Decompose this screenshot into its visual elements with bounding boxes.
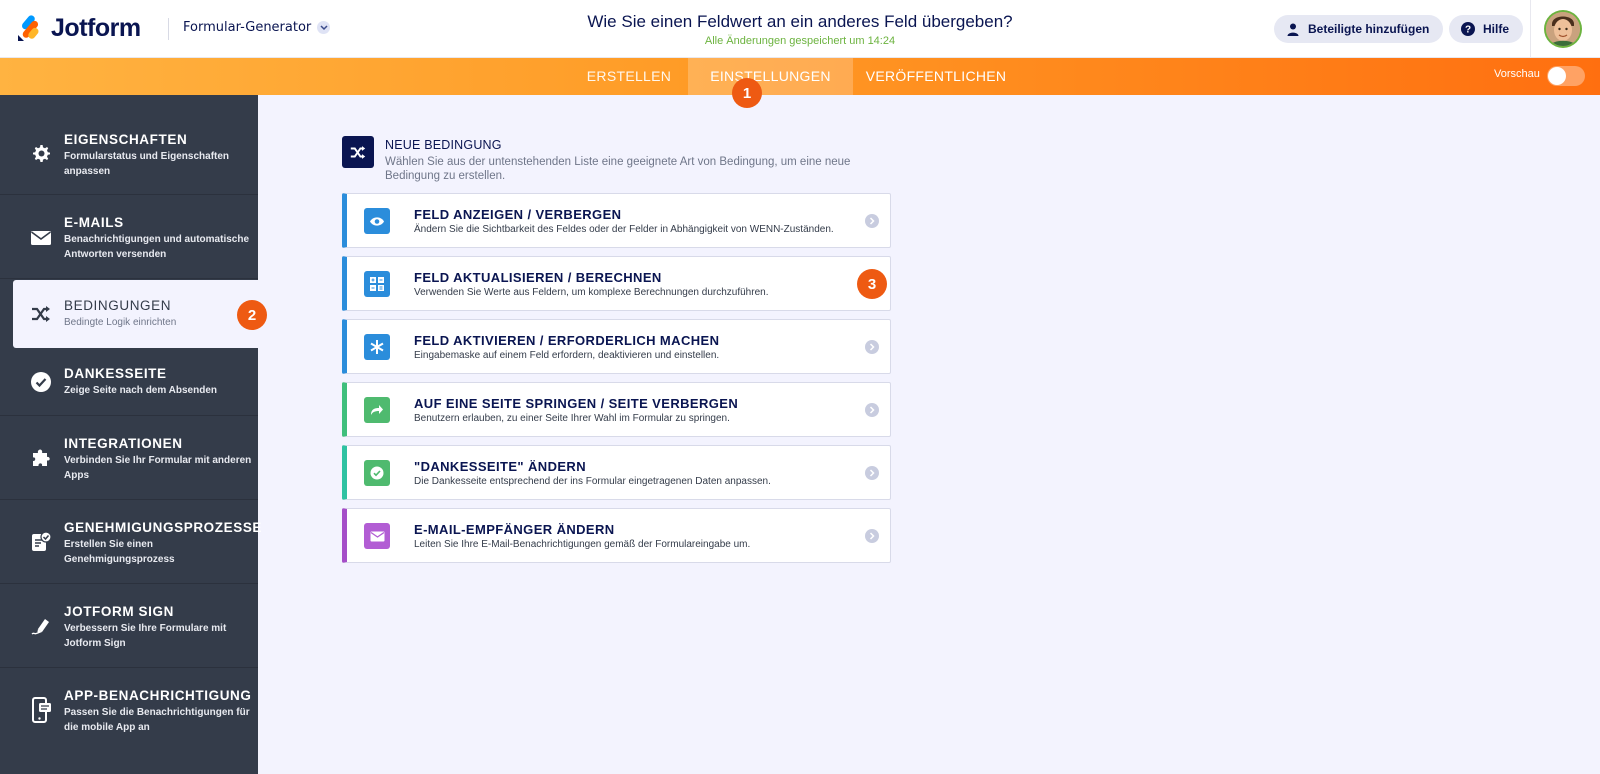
asterisk-icon [364, 334, 390, 360]
pen-icon [29, 614, 53, 638]
invite-label: Beteiligte hinzufügen [1308, 22, 1430, 36]
shuffle-icon [29, 302, 53, 326]
condition-title: FELD AKTIVIEREN / ERFORDERLICH MACHEN [414, 333, 720, 348]
sidebar-item-emails[interactable]: E-MAILS Benachrichtigungen und automatis… [0, 195, 258, 279]
preview-toggle[interactable] [1547, 66, 1585, 86]
chevron-right-icon [865, 466, 879, 480]
condition-title: FELD AKTUALISIEREN / BERECHNEN [414, 270, 662, 285]
chevron-right-icon [865, 340, 879, 354]
logo-divider [168, 18, 169, 40]
sidebar-item-conditions[interactable]: BEDINGUNGEN Bedingte Logik einrichten [13, 280, 258, 348]
toggle-knob [1548, 67, 1566, 85]
sidebar-item-desc: Bedingte Logik einrichten [64, 317, 177, 328]
sidebar-item-title: JOTFORM SIGN [64, 604, 174, 619]
save-status: Alle Änderungen gespeichert um 14:24 [704, 35, 896, 47]
section-description: Wählen Sie aus der untenstehenden Liste … [385, 156, 851, 182]
condition-title: FELD ANZEIGEN / VERBERGEN [414, 207, 622, 222]
help-label: Hilfe [1483, 22, 1510, 36]
condition-card-update-calculate[interactable]: FELD AKTUALISIEREN / BERECHNEN Verwenden… [342, 256, 891, 311]
check-circle-icon [364, 460, 390, 486]
builder-nav-bar: ERSTELLEN EINSTELLUNGEN VERÖFFENTLICHEN [0, 58, 1600, 95]
step-badge-3: 3 [857, 269, 887, 299]
sidebar-item-jotform-sign[interactable]: JOTFORM SIGN Verbessern Sie Ihre Formula… [0, 584, 258, 668]
share-arrow-icon [364, 397, 390, 423]
question-icon: ? [1461, 22, 1475, 36]
condition-card-change-email-recipient[interactable]: E-MAIL-EMPFÄNGER ÄNDERN Leiten Sie Ihre … [342, 508, 891, 563]
sidebar-item-title: E-MAILS [64, 215, 124, 230]
condition-title: "DANKESSEITE" ÄNDERN [414, 459, 587, 474]
check-circle-icon [29, 370, 53, 394]
gear-icon [29, 141, 53, 165]
condition-title: AUF EINE SEITE SPRINGEN / SEITE VERBERGE… [414, 396, 739, 411]
sidebar-item-properties[interactable]: EIGENSCHAFTEN Formularstatus und Eigensc… [0, 95, 258, 195]
sidebar-item-title: BEDINGUNGEN [64, 298, 172, 313]
sidebar-item-title: APP-BENACHRICHTIGUNG [64, 688, 252, 703]
sidebar-item-desc: Passen Sie die Benachrichtigungen für di… [64, 707, 250, 733]
conditions-header-icon [342, 136, 374, 168]
help-button[interactable]: ? Hilfe [1449, 15, 1524, 43]
envelope-icon [364, 523, 390, 549]
condition-desc: Ändern Sie die Sichtbarkeit des Feldes o… [414, 224, 834, 235]
condition-desc: Verwenden Sie Werte aus Feldern, um komp… [414, 287, 769, 298]
chevron-right-icon [865, 529, 879, 543]
sidebar-item-title: INTEGRATIONEN [64, 436, 183, 451]
sidebar-item-integrations[interactable]: INTEGRATIONEN Verbinden Sie Ihr Formular… [0, 416, 258, 500]
step-badge-2: 2 [237, 300, 267, 330]
avatar-face-icon [1546, 12, 1580, 46]
svg-text:?: ? [1465, 25, 1471, 36]
logo-text: Jotform [51, 13, 141, 42]
calculator-icon [364, 271, 390, 297]
step-badge-1: 1 [732, 78, 762, 108]
chevron-right-icon [865, 214, 879, 228]
condition-desc: Die Dankesseite entsprechend der ins For… [414, 476, 771, 487]
sidebar-item-desc: Zeige Seite nach dem Absenden [64, 385, 218, 396]
envelope-icon [29, 226, 53, 250]
sidebar-item-title: DANKESSEITE [64, 366, 167, 381]
builder-dropdown[interactable]: Formular-Generator [183, 20, 331, 35]
jotform-logo-icon [18, 15, 39, 41]
sidebar-item-desc: Formularstatus und Eigenschaften anpasse… [64, 151, 230, 177]
builder-label: Formular-Generator [183, 20, 312, 35]
user-avatar[interactable] [1544, 10, 1582, 48]
sidebar-item-thank-you-page[interactable]: DANKESSEITE Zeige Seite nach dem Absende… [0, 348, 258, 416]
mobile-icon [29, 697, 53, 723]
sidebar-item-title: GENEHMIGUNGSPROZESSE [64, 520, 263, 535]
top-header: Jotform Formular-Generator Wie Sie einen… [0, 0, 1600, 58]
condition-card-change-thank-you[interactable]: "DANKESSEITE" ÄNDERN Die Dankesseite ent… [342, 445, 891, 500]
sidebar-item-desc: Benachrichtigungen und automatische Antw… [64, 234, 250, 260]
sidebar-item-approvals[interactable]: GENEHMIGUNGSPROZESSE Erstellen Sie einen… [0, 500, 261, 584]
jotform-logo[interactable]: Jotform [16, 13, 141, 43]
form-title[interactable]: Wie Sie einen Feldwert an ein anderes Fe… [490, 12, 1110, 32]
chevron-down-icon [317, 21, 331, 34]
eye-icon [364, 208, 390, 234]
sidebar-item-app-notification[interactable]: APP-BENACHRICHTIGUNG Passen Sie die Bena… [0, 668, 258, 774]
condition-desc: Leiten Sie Ihre E-Mail-Benachrichtigunge… [414, 539, 751, 550]
tab-settings[interactable]: EINSTELLUNGEN [688, 58, 853, 95]
preview-label: Vorschau [1494, 68, 1540, 80]
settings-sidebar: EIGENSCHAFTEN Formularstatus und Eigensc… [0, 95, 261, 774]
tab-publish[interactable]: VERÖFFENTLICHEN [853, 58, 1019, 95]
user-icon [1286, 22, 1300, 36]
sidebar-item-desc: Erstellen Sie einen Genehmigungsprozess [64, 539, 175, 565]
sidebar-item-title: EIGENSCHAFTEN [64, 132, 188, 147]
condition-card-skip-hide-page[interactable]: AUF EINE SEITE SPRINGEN / SEITE VERBERGE… [342, 382, 891, 437]
header-divider [1530, 0, 1531, 58]
approval-icon [29, 530, 53, 554]
tab-build[interactable]: ERSTELLEN [570, 58, 688, 95]
section-title: NEUE BEDINGUNG [385, 138, 502, 152]
chevron-right-icon [865, 403, 879, 417]
condition-card-enable-require[interactable]: FELD AKTIVIEREN / ERFORDERLICH MACHEN Ei… [342, 319, 891, 374]
sidebar-item-desc: Verbessern Sie Ihre Formulare mit Jotfor… [64, 623, 227, 649]
condition-title: E-MAIL-EMPFÄNGER ÄNDERN [414, 522, 615, 537]
condition-desc: Benutzern erlauben, zu einer Seite Ihrer… [414, 413, 730, 424]
puzzle-icon [29, 446, 53, 470]
condition-desc: Eingabemaske auf einem Feld erfordern, d… [414, 350, 720, 361]
invite-collaborators-button[interactable]: Beteiligte hinzufügen [1274, 15, 1444, 43]
sidebar-item-desc: Verbinden Sie Ihr Formular mit anderen A… [64, 455, 252, 481]
condition-card-show-hide[interactable]: FELD ANZEIGEN / VERBERGEN Ändern Sie die… [342, 193, 891, 248]
